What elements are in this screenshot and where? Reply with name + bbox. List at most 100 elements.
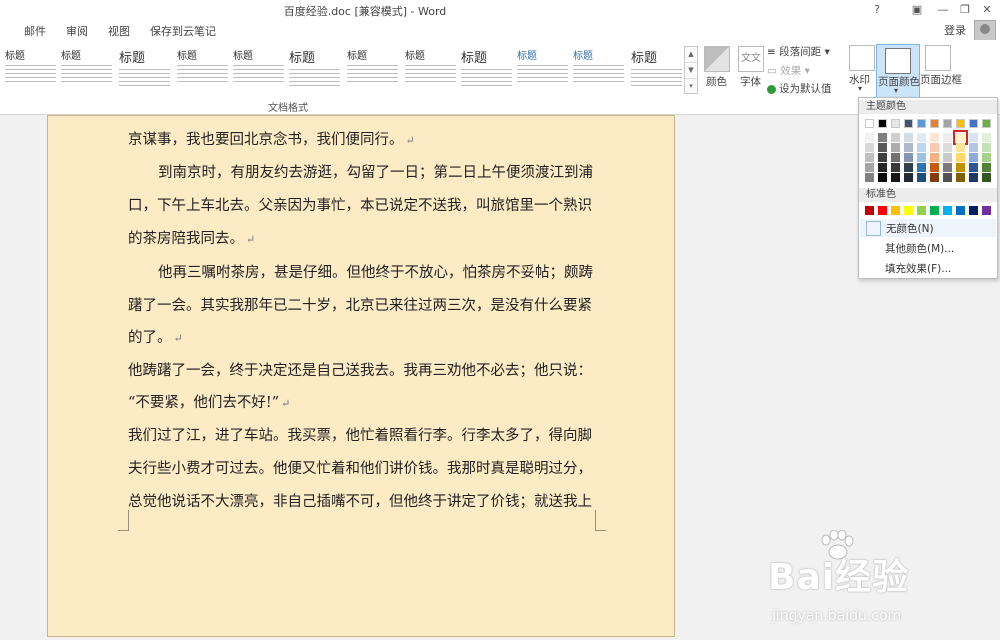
standard-color-swatch[interactable] [969,206,978,215]
theme-color-swatch[interactable] [904,163,913,172]
document-text-line[interactable]: 他踌躇了一会，终于决定还是自己送我去。我再三劝他不必去；他只说： [128,359,592,380]
theme-color-swatch[interactable] [969,119,978,128]
page-border-label[interactable]: 页面边框 [920,72,962,87]
watermark-dropdown-icon[interactable]: ▾ [858,84,862,93]
theme-color-swatch[interactable] [865,133,874,142]
page-color-button[interactable]: 页面颜色 ▾ [876,44,920,98]
theme-color-swatch[interactable] [891,119,900,128]
document-text-line[interactable]: 我们过了江，进了车站。我买票，他忙着照看行李。行李太多了，得向脚 [128,424,592,445]
theme-color-swatch[interactable] [969,173,978,182]
standard-color-swatch[interactable] [982,206,991,215]
standard-color-swatch[interactable] [878,206,887,215]
theme-color-swatch[interactable] [865,143,874,152]
theme-color-swatch[interactable] [878,119,887,128]
theme-color-swatch[interactable] [891,133,900,142]
theme-color-swatch[interactable] [953,130,968,145]
minimize-button[interactable]: — [932,2,954,18]
tab-review[interactable]: 审阅 [66,23,88,39]
watermark-icon[interactable] [849,45,875,71]
style-set-thumbnail[interactable]: 标题 [514,46,571,94]
colors-button-label[interactable]: 颜色 [706,74,727,89]
theme-color-swatch[interactable] [865,119,874,128]
theme-color-swatch[interactable] [930,173,939,182]
tab-save-to-cloud-notes[interactable]: 保存到云笔记 [150,23,216,39]
theme-color-swatch[interactable] [917,119,926,128]
theme-color-swatch[interactable] [969,163,978,172]
standard-color-swatch[interactable] [904,206,913,215]
style-set-thumbnail[interactable]: 标题 [570,46,627,94]
document-text-line[interactable]: 夫行些小费才可过去。他便又忙着和他们讲价钱。我那时真是聪明过分， [128,457,592,478]
theme-color-swatch[interactable] [943,153,952,162]
theme-color-swatch[interactable] [982,173,991,182]
theme-color-swatch[interactable] [917,143,926,152]
theme-color-swatch[interactable] [904,143,913,152]
theme-color-swatch[interactable] [878,173,887,182]
document-text-line[interactable]: 到南京时，有朋友约去游逛，勾留了一日；第二日上午便须渡江到浦 [158,161,593,182]
theme-color-swatch[interactable] [891,143,900,152]
theme-color-swatch[interactable] [917,173,926,182]
theme-color-swatch[interactable] [956,119,965,128]
standard-color-swatch[interactable] [930,206,939,215]
theme-color-swatch[interactable] [878,163,887,172]
gallery-scroll[interactable]: ▲ ▼ ▾ [684,46,698,94]
style-set-thumbnail[interactable]: 标题 [58,46,115,94]
document-text-line[interactable]: 总觉他说话不大漂亮，非自己插嘴不可，但他终于讲定了价钱；就送我上 [128,490,592,511]
theme-color-swatch[interactable] [891,163,900,172]
theme-color-swatch[interactable] [904,119,913,128]
tab-view[interactable]: 视图 [108,23,130,39]
theme-color-swatch[interactable] [865,163,874,172]
theme-color-swatch[interactable] [930,153,939,162]
theme-color-swatch[interactable] [904,153,913,162]
document-text-line[interactable]: 的茶房陪我同去。 ↵ [128,227,255,248]
theme-color-swatch[interactable] [943,133,952,142]
standard-color-swatch[interactable] [891,206,900,215]
theme-color-swatch[interactable] [982,163,991,172]
theme-color-swatch[interactable] [982,133,991,142]
gallery-more-icon[interactable]: ▾ [685,79,697,94]
theme-color-swatch[interactable] [891,173,900,182]
no-color-option[interactable]: 无颜色(N) [860,219,996,237]
theme-color-swatch[interactable] [943,173,952,182]
theme-color-swatch[interactable] [930,163,939,172]
theme-color-swatch[interactable] [930,143,939,152]
theme-color-swatch[interactable] [917,163,926,172]
theme-color-swatch[interactable] [943,143,952,152]
theme-color-swatch[interactable] [891,153,900,162]
style-set-thumbnail[interactable]: 标题 [2,46,59,94]
document-text-line[interactable]: 口，下午上车北去。父亲因为事忙，本已说定不送我，叫旅馆里一个熟识 [128,194,592,215]
theme-color-swatch[interactable] [969,133,978,142]
style-set-thumbnail[interactable]: 标题 [286,46,343,94]
theme-color-swatch[interactable] [930,119,939,128]
style-set-thumbnail[interactable]: 标题 [458,46,515,94]
theme-color-swatch[interactable] [917,153,926,162]
page-border-icon[interactable] [925,45,951,71]
set-as-default-button[interactable]: 设为默认值 [767,81,832,96]
gallery-down-icon[interactable]: ▼ [685,63,697,79]
document-text-line[interactable]: “不要紧，他们去不好!” ↵ [128,391,290,412]
theme-color-swatch[interactable] [865,173,874,182]
tab-mailings[interactable]: 邮件 [24,23,46,39]
gallery-up-icon[interactable]: ▲ [685,47,697,63]
restore-button[interactable]: ❐ [954,2,976,18]
theme-color-swatch[interactable] [943,119,952,128]
standard-color-swatch[interactable] [956,206,965,215]
fill-effects-item[interactable]: 填充效果(F)... [885,261,951,276]
theme-color-swatch[interactable] [878,153,887,162]
login-link[interactable]: 登录 [944,22,966,38]
help-button[interactable]: ? [866,2,888,18]
document-text-line[interactable]: 他再三嘱咐茶房，甚是仔细。但他终于不放心，怕茶房不妥帖；颇踌 [158,261,593,282]
theme-color-swatch[interactable] [956,163,965,172]
fonts-icon[interactable]: 文文 [738,46,764,72]
document-text-line[interactable]: 躇了一会。其实我那年已二十岁，北京已来往过两三次，是没有什么要紧 [128,294,592,315]
style-set-thumbnail[interactable]: 标题 [230,46,287,94]
style-set-thumbnail[interactable]: 标题 [344,46,401,94]
standard-color-swatch[interactable] [943,206,952,215]
paragraph-spacing-button[interactable]: ≡ 段落间距 ▾ [767,44,830,59]
theme-color-swatch[interactable] [956,153,965,162]
avatar[interactable] [974,20,996,42]
colors-icon[interactable] [704,46,730,72]
theme-color-swatch[interactable] [982,143,991,152]
theme-color-swatch[interactable] [878,133,887,142]
theme-color-swatch[interactable] [930,133,939,142]
document-text-line[interactable]: 京谋事，我也要回北京念书，我们便同行。 ↵ [128,128,415,149]
